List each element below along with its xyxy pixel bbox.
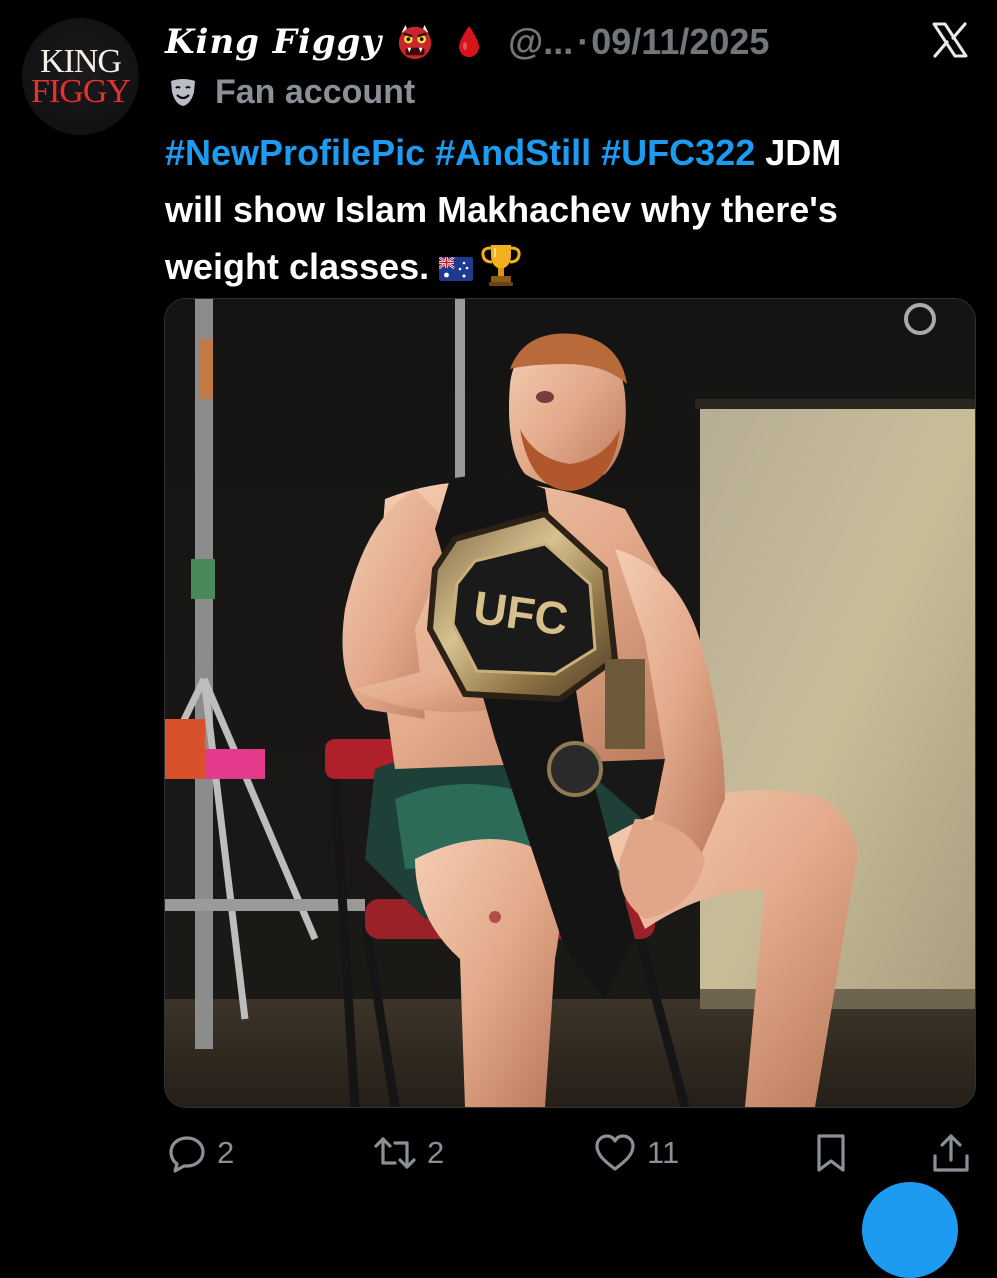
tweet-text-part: weight classes. <box>165 246 430 287</box>
repost-icon <box>374 1137 416 1169</box>
compose-post-button[interactable] <box>862 1182 958 1278</box>
share-icon <box>933 1134 969 1172</box>
reply-button[interactable]: 2 <box>167 1130 234 1176</box>
tweet-header: King Figgy @... · 09/11/2025 <box>165 14 980 70</box>
hashtag-link[interactable]: #NewProfilePic <box>165 132 425 173</box>
tweet-text-part: will show Islam Makhachev why there's <box>165 189 838 230</box>
photo-fighter-with-belt: UFC <box>165 299 975 1107</box>
repost-button[interactable]: 2 <box>373 1130 444 1176</box>
fan-account-label: Fan account <box>215 72 416 111</box>
bookmark-button[interactable] <box>813 1130 849 1176</box>
trophy-icon <box>481 245 521 286</box>
tweet-text-part: JDM <box>765 132 842 173</box>
repost-count: 2 <box>427 1135 445 1170</box>
post-date[interactable]: 09/11/2025 <box>591 21 769 63</box>
reply-icon <box>169 1136 205 1173</box>
tweet-text: #NewProfilePic #AndStill #UFC322 JDM wil… <box>165 124 975 295</box>
user-handle[interactable]: @... <box>508 21 573 63</box>
australia-flag-icon <box>439 257 474 281</box>
hashtag-link[interactable]: #AndStill <box>435 132 591 173</box>
avatar-text-figgy: FIGGY <box>31 72 131 110</box>
theater-mask-icon <box>171 79 195 106</box>
display-name[interactable]: King Figgy <box>165 22 382 62</box>
bookmark-icon <box>817 1134 845 1172</box>
share-button[interactable] <box>931 1130 971 1176</box>
blood-drop-icon <box>459 26 480 57</box>
tweet-media-image[interactable]: UFC <box>164 298 976 1108</box>
heart-icon <box>595 1134 635 1171</box>
like-button[interactable]: 11 <box>593 1130 679 1176</box>
tweet-action-bar: 2 2 11 <box>165 1130 975 1176</box>
x-logo-icon <box>932 22 968 58</box>
avatar[interactable]: KING FIGGY <box>22 18 139 135</box>
account-label-row: Fan account <box>167 70 415 114</box>
avatar-text-king: KING <box>40 42 122 80</box>
ogre-emoji-icon <box>399 24 432 60</box>
header-separator: · <box>577 21 590 62</box>
like-count: 11 <box>647 1135 680 1170</box>
hashtag-link[interactable]: #UFC322 <box>601 132 755 173</box>
reply-count: 2 <box>217 1135 235 1170</box>
